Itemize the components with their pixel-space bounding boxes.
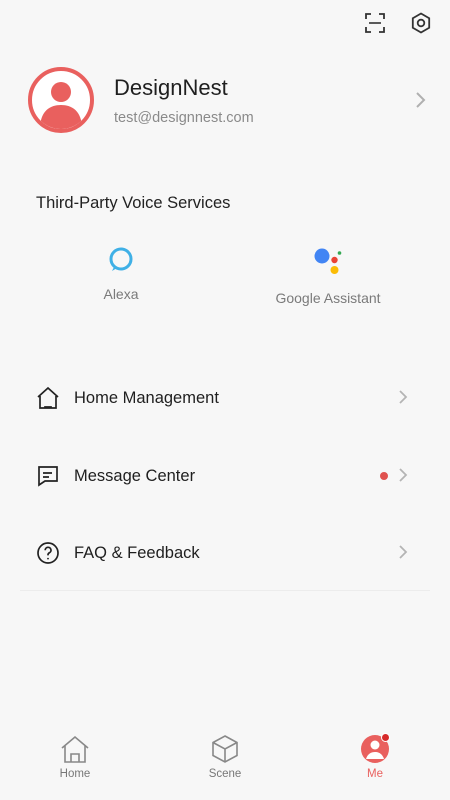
chevron-right-icon [398,467,408,488]
unread-dot [380,472,388,480]
settings-hex-icon[interactable] [408,10,434,36]
bottom-tab-bar: Home Scene Me [0,730,450,800]
tab-scene[interactable]: Scene [150,730,300,800]
voice-services-list: Alexa Google Assistant [0,246,450,316]
menu-item-label: FAQ & Feedback [74,543,200,562]
help-icon [35,540,61,566]
chevron-right-icon [398,544,408,565]
chevron-right-icon [414,91,426,109]
tab-home[interactable]: Home [0,730,150,800]
tab-label: Home [59,768,91,780]
menu-item-faq-feedback[interactable]: FAQ & Feedback [0,533,450,573]
menu-item-label: Message Center [74,466,196,485]
voice-service-google-assistant[interactable]: Google Assistant [258,246,398,306]
alexa-icon [109,247,133,271]
home-icon [61,735,89,763]
menu-item-home-management[interactable]: Home Management [0,378,450,418]
message-icon [35,463,61,489]
chevron-right-icon [398,389,408,410]
scene-cube-icon [212,735,238,763]
tab-label: Me [367,768,383,780]
tab-label: Scene [208,768,242,780]
google-assistant-icon [314,248,342,274]
voice-services-title: Third-Party Voice Services [36,194,231,212]
profile-name: DesignNest [114,74,228,100]
top-bar [362,10,434,36]
profile-email: test@designnest.com [114,109,254,126]
menu-item-message-center[interactable]: Message Center [0,456,450,496]
menu-item-label: Home Management [74,388,219,407]
profile-card[interactable]: DesignNest test@designnest.com [28,67,426,133]
house-icon [35,385,61,411]
notification-badge [381,733,390,742]
avatar [28,67,94,133]
divider [20,590,430,591]
scan-icon[interactable] [362,10,388,36]
voice-service-label: Alexa [103,286,139,302]
voice-service-label: Google Assistant [275,290,381,306]
voice-service-alexa[interactable]: Alexa [88,246,154,302]
tab-me[interactable]: Me [300,730,450,800]
